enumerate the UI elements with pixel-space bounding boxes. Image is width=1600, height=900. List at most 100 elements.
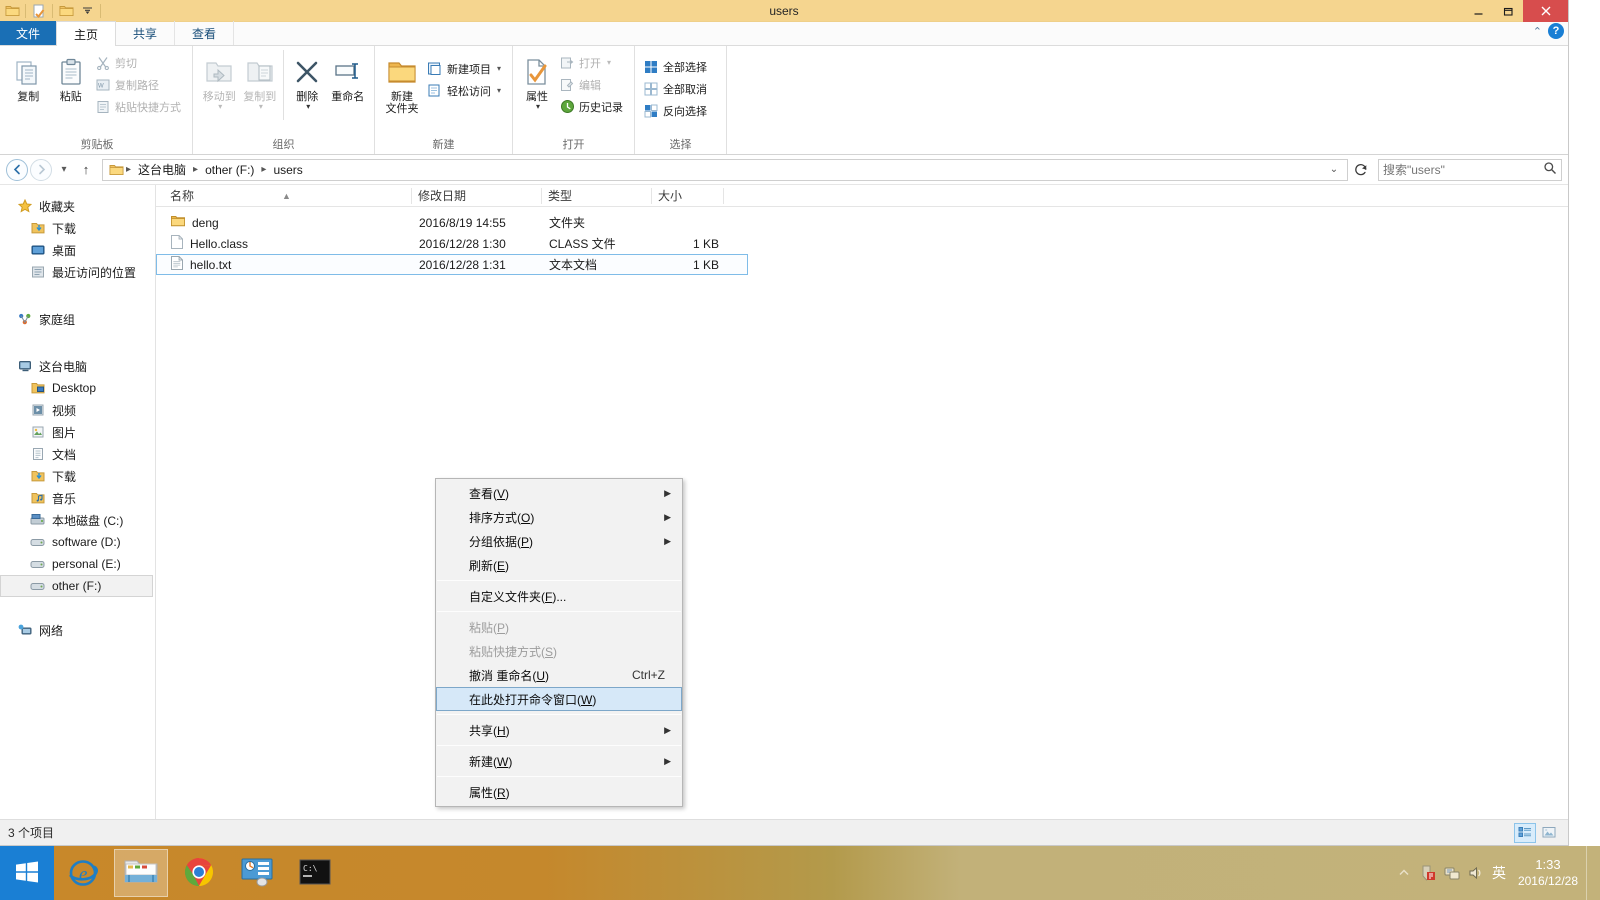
invert-selection-button[interactable]: 反向选择 (641, 100, 712, 121)
copy-path-button[interactable]: W 复制路径 (93, 74, 186, 95)
context-menu-item-undo-rename[interactable]: 撤消 重命名(U) Ctrl+Z (436, 663, 682, 687)
search-box[interactable] (1378, 158, 1562, 181)
breadcrumb-sep-1[interactable]: ▸ (192, 164, 199, 175)
open-dropdown-icon[interactable]: ▾ (607, 58, 611, 67)
properties-dropdown-icon[interactable]: ▾ (536, 103, 540, 111)
start-button[interactable] (0, 846, 54, 900)
up-button[interactable]: ↑ (76, 159, 96, 181)
breadcrumb-item-users[interactable]: users (269, 162, 306, 178)
copy-to-button[interactable]: 复制到 ▾ (240, 50, 281, 113)
new-folder-button[interactable]: 新建 文件夹 (381, 50, 423, 118)
sidebar-item-homegroup[interactable]: 家庭组 (0, 308, 155, 330)
easy-access-button[interactable]: 轻松访问 ▾ (425, 80, 506, 101)
column-header-date[interactable]: 修改日期 (412, 185, 542, 207)
collapse-ribbon-icon[interactable]: ⌃ (1533, 25, 1542, 38)
taskbar-explorer[interactable] (114, 849, 168, 897)
volume-icon[interactable] (1464, 846, 1488, 900)
sidebar-item-other-f[interactable]: other (F:) (0, 575, 153, 597)
details-view-button[interactable] (1514, 822, 1536, 843)
recent-locations-button[interactable]: ▾ (54, 159, 74, 181)
context-menu-item-new[interactable]: 新建(W) ▶ (436, 749, 682, 773)
large-icons-view-button[interactable] (1538, 823, 1560, 843)
tab-view[interactable]: 查看 (175, 21, 235, 45)
edit-button[interactable]: 编辑 (557, 74, 628, 95)
column-header-name[interactable]: 名称 ▲ (164, 185, 412, 207)
context-menu-item-group-by[interactable]: 分组依据(P) ▶ (436, 529, 682, 553)
network-icon[interactable] (1440, 846, 1464, 900)
restore-button[interactable] (1493, 0, 1523, 22)
minimize-button[interactable] (1463, 0, 1493, 22)
context-menu-item-share[interactable]: 共享(H) ▶ (436, 718, 682, 742)
qat-new-folder-icon[interactable] (56, 1, 76, 21)
taskbar-control-panel[interactable] (230, 849, 284, 897)
search-icon[interactable] (1543, 161, 1557, 178)
easy-access-dropdown-icon[interactable]: ▾ (497, 86, 501, 95)
qat-customize-dropdown[interactable] (77, 1, 97, 21)
table-row[interactable]: Hello.class 2016/12/28 1:30 CLASS 文件 1 K… (156, 233, 1568, 254)
sidebar-item-desktop-fav[interactable]: 桌面 (0, 239, 155, 261)
paste-shortcut-button[interactable]: 粘贴快捷方式 (93, 96, 186, 117)
column-header-size[interactable]: 大小 (652, 185, 724, 207)
move-to-dropdown-icon[interactable]: ▾ (218, 103, 222, 111)
column-header-type[interactable]: 类型 (542, 185, 652, 207)
context-menu-item-properties[interactable]: 属性(R) (436, 780, 682, 804)
sidebar-item-personal-e[interactable]: personal (E:) (0, 553, 155, 575)
context-menu-item-customize-folder[interactable]: 自定义文件夹(F)... (436, 584, 682, 608)
copy-button[interactable]: 复制 (8, 50, 49, 106)
tab-home[interactable]: 主页 (56, 21, 117, 46)
sidebar-item-downloads[interactable]: 下载 (0, 465, 155, 487)
back-button[interactable] (6, 158, 28, 181)
breadcrumb-item-other-f[interactable]: other (F:) (201, 162, 258, 178)
refresh-button[interactable] (1350, 159, 1372, 181)
context-menu-item-sort-by[interactable]: 排序方式(O) ▶ (436, 505, 682, 529)
paste-button[interactable]: 粘贴 (51, 50, 92, 106)
delete-dropdown-icon[interactable]: ▾ (306, 103, 310, 111)
context-menu-item-view[interactable]: 查看(V) ▶ (436, 481, 682, 505)
tab-file[interactable]: 文件 (0, 21, 57, 45)
delete-button[interactable]: 删除 ▾ (287, 50, 328, 113)
sidebar-item-desktop-folder[interactable]: Desktop (0, 377, 155, 399)
sidebar-item-this-pc[interactable]: 这台电脑 (0, 355, 155, 377)
sidebar-item-favorites[interactable]: 收藏夹 (0, 195, 155, 217)
taskbar-ie[interactable]: e (56, 849, 110, 897)
sidebar-item-software-d[interactable]: software (D:) (0, 531, 155, 553)
new-item-button[interactable]: 新建项目 ▾ (425, 58, 506, 79)
select-all-button[interactable]: 全部选择 (641, 56, 712, 77)
breadcrumb-bar[interactable]: ▸ 这台电脑 ▸ other (F:) ▸ users ⌄ (102, 158, 1348, 181)
properties-button[interactable]: 属性 ▾ (519, 50, 555, 113)
select-none-button[interactable]: 全部取消 (641, 78, 712, 99)
security-icon[interactable] (1416, 846, 1440, 900)
open-button[interactable]: 打开 ▾ (557, 52, 628, 73)
breadcrumb-sep-2[interactable]: ▸ (260, 164, 267, 175)
cut-button[interactable]: 剪切 (93, 52, 186, 73)
tab-share[interactable]: 共享 (116, 21, 176, 45)
sidebar-item-local-disk-c[interactable]: 本地磁盘 (C:) (0, 509, 155, 531)
history-button[interactable]: 历史记录 (557, 96, 628, 117)
help-icon[interactable]: ? (1548, 23, 1564, 39)
table-row[interactable]: hello.txt 2016/12/28 1:31 文本文档 1 KB (156, 254, 748, 275)
new-item-dropdown-icon[interactable]: ▾ (497, 64, 501, 73)
qat-folder-icon[interactable] (2, 1, 22, 21)
search-input[interactable] (1383, 162, 1543, 177)
context-menu-item-open-command-window[interactable]: 在此处打开命令窗口(W) (436, 687, 682, 711)
sidebar-item-videos[interactable]: 视频 (0, 399, 155, 421)
sidebar-item-downloads-fav[interactable]: 下载 (0, 217, 155, 239)
qat-properties-icon[interactable] (29, 1, 49, 21)
taskbar-chrome[interactable] (172, 849, 226, 897)
ime-indicator[interactable]: 英 (1488, 846, 1510, 900)
table-row[interactable]: deng 2016/8/19 14:55 文件夹 (156, 212, 1568, 233)
breadcrumb-item-this-pc[interactable]: 这台电脑 (134, 160, 190, 179)
show-desktop-button[interactable] (1586, 846, 1594, 900)
address-dropdown-icon[interactable]: ⌄ (1325, 164, 1343, 175)
sidebar-item-network[interactable]: 网络 (0, 619, 155, 641)
forward-button[interactable] (30, 158, 52, 181)
close-button[interactable] (1523, 0, 1568, 22)
breadcrumb-sep-0[interactable]: ▸ (125, 164, 132, 175)
show-hidden-icons-button[interactable] (1392, 846, 1416, 900)
file-list-area[interactable]: 名称 ▲ 修改日期 类型 大小 deng 2016/8/19 14:55 文件夹… (156, 185, 1568, 819)
sidebar-item-pictures[interactable]: 图片 (0, 421, 155, 443)
sidebar-item-music[interactable]: 音乐 (0, 487, 155, 509)
context-menu-item-refresh[interactable]: 刷新(E) (436, 553, 682, 577)
clock[interactable]: 1:33 2016/12/28 (1510, 857, 1586, 888)
sidebar-item-recent-places[interactable]: 最近访问的位置 (0, 261, 155, 283)
